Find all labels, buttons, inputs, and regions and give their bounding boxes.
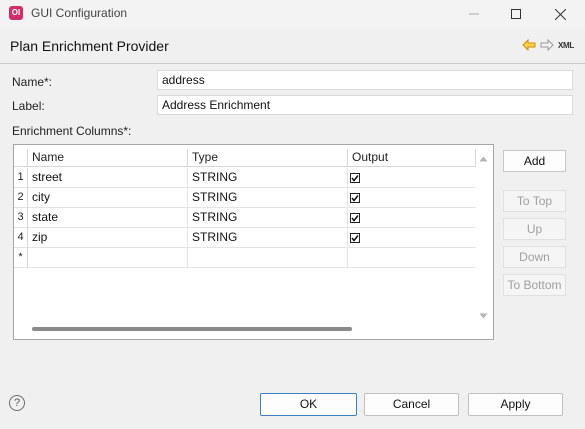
- scroll-up-button[interactable]: [479, 151, 488, 165]
- checkbox-icon: [351, 235, 359, 242]
- row-index: 3: [14, 208, 28, 228]
- scroll-down-button[interactable]: [479, 308, 488, 322]
- new-row-marker: *: [14, 248, 28, 268]
- scroll-up-icon: [479, 156, 488, 162]
- table-header-corner: [14, 149, 28, 167]
- cell-name[interactable]: zip: [28, 228, 188, 248]
- label-label: Label:: [12, 99, 45, 113]
- enrichment-columns-label: Enrichment Columns*:: [12, 124, 132, 138]
- editor-header: Plan Enrichment Provider XML: [0, 28, 585, 64]
- xml-view-button[interactable]: XML: [558, 41, 574, 50]
- column-header-type[interactable]: Type: [188, 149, 348, 167]
- checkbox-icon: [351, 175, 359, 182]
- maximize-button[interactable]: [494, 0, 538, 28]
- name-field[interactable]: address: [157, 70, 573, 90]
- enrichment-columns-table[interactable]: Name Type Output 1 street STRING 2 city …: [13, 144, 494, 340]
- name-label: Name*:: [12, 75, 53, 89]
- cell-type-empty[interactable]: [188, 248, 348, 268]
- maximize-icon: [511, 9, 521, 19]
- ok-button[interactable]: OK: [260, 393, 357, 416]
- table-row[interactable]: 2 city STRING: [14, 188, 476, 208]
- output-checkbox[interactable]: [350, 173, 360, 183]
- table-row[interactable]: 1 street STRING: [14, 168, 476, 188]
- close-button[interactable]: [538, 0, 582, 28]
- app-logo-icon: OI: [9, 6, 23, 20]
- cell-type[interactable]: STRING: [188, 208, 348, 228]
- to-top-button[interactable]: To Top: [503, 190, 566, 212]
- down-button[interactable]: Down: [503, 246, 566, 268]
- checkbox-icon: [351, 195, 359, 202]
- close-icon: [554, 8, 566, 20]
- row-index: 2: [14, 188, 28, 208]
- apply-button[interactable]: Apply: [468, 393, 563, 416]
- page-title: Plan Enrichment Provider: [10, 38, 169, 54]
- forward-arrow-icon: [540, 38, 554, 52]
- checkbox-icon: [351, 215, 359, 222]
- minimize-icon: [469, 13, 479, 15]
- cancel-button[interactable]: Cancel: [364, 393, 459, 416]
- scroll-down-icon: [479, 313, 488, 319]
- row-index: 4: [14, 228, 28, 248]
- help-icon[interactable]: ?: [9, 395, 25, 411]
- cell-name[interactable]: city: [28, 188, 188, 208]
- forward-button[interactable]: [540, 38, 554, 54]
- cell-type[interactable]: STRING: [188, 168, 348, 188]
- label-field[interactable]: Address Enrichment: [157, 95, 573, 115]
- cell-name[interactable]: state: [28, 208, 188, 228]
- add-button[interactable]: Add: [503, 150, 566, 172]
- cell-type[interactable]: STRING: [188, 188, 348, 208]
- cell-type[interactable]: STRING: [188, 228, 348, 248]
- output-checkbox[interactable]: [350, 193, 360, 203]
- column-header-output[interactable]: Output: [348, 149, 476, 167]
- cell-name[interactable]: street: [28, 168, 188, 188]
- back-button[interactable]: [522, 38, 536, 54]
- minimize-button[interactable]: [452, 0, 496, 28]
- table-new-row[interactable]: *: [14, 248, 476, 268]
- table-header: Name Type Output: [14, 149, 476, 167]
- window-title: GUI Configuration: [31, 6, 128, 20]
- horizontal-scrollbar[interactable]: [32, 327, 352, 331]
- to-bottom-button[interactable]: To Bottom: [503, 274, 566, 296]
- table-row[interactable]: 3 state STRING: [14, 208, 476, 228]
- row-index: 1: [14, 168, 28, 188]
- table-row[interactable]: 4 zip STRING: [14, 228, 476, 248]
- column-header-name[interactable]: Name: [28, 149, 188, 167]
- cell-name-empty[interactable]: [28, 248, 188, 268]
- up-button[interactable]: Up: [503, 218, 566, 240]
- window-titlebar: OI GUI Configuration: [0, 0, 585, 28]
- output-checkbox[interactable]: [350, 213, 360, 223]
- back-arrow-icon: [522, 38, 536, 52]
- output-checkbox[interactable]: [350, 233, 360, 243]
